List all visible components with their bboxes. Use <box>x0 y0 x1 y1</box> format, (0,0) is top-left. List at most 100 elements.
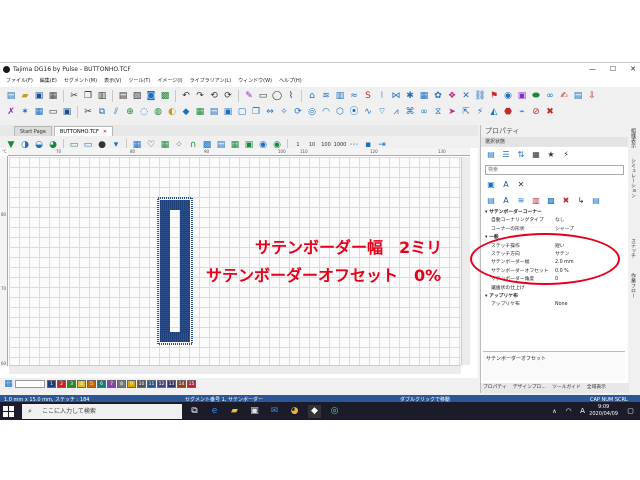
property-search-input[interactable]: 検索 <box>485 165 624 175</box>
copy-stitch-icon[interactable]: ❐ <box>250 106 262 118</box>
loop-icon[interactable]: ∞ <box>418 106 430 118</box>
tag-icon[interactable]: ⬬ <box>530 90 542 102</box>
edge-browser-icon[interactable]: e <box>208 405 221 418</box>
blocks-icon[interactable]: ▤ <box>590 195 602 207</box>
delete-icon[interactable]: ✖ <box>544 106 556 118</box>
close-design-icon[interactable]: ⊘ <box>530 106 542 118</box>
segment-icon[interactable]: ▣ <box>485 179 497 191</box>
star-fill-icon[interactable]: ✱ <box>404 90 416 102</box>
node-icon[interactable]: ⬡ <box>334 106 346 118</box>
side-tab-workflow[interactable]: 作業フロー <box>630 273 637 298</box>
trim-icon[interactable]: ⌁ <box>516 106 528 118</box>
note-icon[interactable]: ▤ <box>572 90 584 102</box>
print-icon[interactable]: ▤ <box>117 90 129 102</box>
bolt-icon[interactable]: ⚡ <box>474 106 486 118</box>
globe-icon[interactable]: ◍ <box>152 106 164 118</box>
palette-icon[interactable]: ▦ <box>4 378 13 390</box>
color-swatch[interactable]: 7 <box>107 379 116 388</box>
maximize-button[interactable]: ☐ <box>610 63 616 76</box>
horizontal-scrollbar[interactable] <box>9 365 461 374</box>
zigzag-icon[interactable]: ⩘ <box>390 106 402 118</box>
text-icon[interactable]: S <box>362 90 374 102</box>
arrow-icon[interactable]: ⇱ <box>460 106 472 118</box>
color-swatch[interactable]: 13 <box>167 379 176 388</box>
path-icon[interactable]: ⌇ <box>285 90 297 102</box>
pen-icon[interactable]: ✎ <box>243 90 255 102</box>
menu-tools[interactable]: ツール(T) <box>128 76 150 87</box>
side-tab-stitch[interactable]: ステッチ <box>630 238 637 258</box>
design-grid[interactable] <box>9 157 461 365</box>
eye-icon[interactable]: ◉ <box>502 90 514 102</box>
menu-window[interactable]: ウィンドウ(W) <box>238 76 272 87</box>
tab-start-page[interactable]: Start Page <box>14 126 52 136</box>
task-view-icon[interactable]: ⧉ <box>188 405 201 418</box>
save-all-icon[interactable]: ▦ <box>47 90 59 102</box>
pointer-pink-icon[interactable]: ➤ <box>446 106 458 118</box>
ribbon-icon[interactable]: ⌘ <box>404 106 416 118</box>
property-row[interactable]: 自動コーナリングタイプ なし <box>485 217 628 225</box>
sign-icon[interactable]: ✍ <box>558 90 570 102</box>
rotate-icon[interactable]: ⟳ <box>292 106 304 118</box>
tie-icon[interactable]: ⧖ <box>432 106 444 118</box>
box-icon[interactable]: ▣ <box>222 106 234 118</box>
tab-properties[interactable]: プロパティ <box>483 383 507 393</box>
color-field[interactable] <box>15 379 45 388</box>
shape-icon[interactable]: ◆ <box>180 106 192 118</box>
bead-icon[interactable]: ⦿ <box>348 106 360 118</box>
color-swatch[interactable]: 8 <box>117 379 126 388</box>
fan-icon[interactable]: ⌔ <box>376 106 388 118</box>
camera-icon[interactable]: ◙ <box>145 90 157 102</box>
save-design-icon[interactable]: ▣ <box>61 106 73 118</box>
stitch-type-icon[interactable]: ▤ <box>485 195 497 207</box>
lightning-icon[interactable]: ⚡ <box>560 149 572 161</box>
underlay-icon[interactable]: ▩ <box>545 195 557 207</box>
rounded-icon[interactable]: ▢ <box>236 106 248 118</box>
property-grid-icon[interactable]: ▦ <box>530 149 542 161</box>
undo-icon[interactable]: ↶ <box>180 90 192 102</box>
satin-icon[interactable]: ⦚ <box>376 90 388 102</box>
join-icon[interactable]: ⋈ <box>390 90 402 102</box>
repeat-icon[interactable]: ⟲ <box>208 90 220 102</box>
property-category[interactable]: ▾ アップリケ布 <box>485 293 628 301</box>
copy-icon[interactable]: ❐ <box>82 90 94 102</box>
dg16-app-icon[interactable]: ◆ <box>308 405 321 418</box>
store-icon[interactable]: ▣ <box>248 405 261 418</box>
new-file-icon[interactable]: ▤ <box>5 90 17 102</box>
letter-a-icon[interactable]: A <box>500 179 512 191</box>
refresh-icon[interactable]: ⟳ <box>222 90 234 102</box>
export-icon[interactable]: ▩ <box>159 90 171 102</box>
embroidery-design[interactable] <box>155 196 195 346</box>
app-icon[interactable]: ◎ <box>328 405 341 418</box>
color-swatch[interactable]: 12 <box>157 379 166 388</box>
circle-path-icon[interactable]: ◌ <box>138 106 150 118</box>
cross-stitch-icon[interactable]: ✕ <box>460 90 472 102</box>
tab-tool-guide[interactable]: ツールガイド <box>552 383 581 393</box>
color-icon[interactable]: ◐ <box>166 106 178 118</box>
needle-icon[interactable]: ✗ <box>5 106 17 118</box>
rectangle-icon[interactable]: ▭ <box>257 90 269 102</box>
minimize-button[interactable]: — <box>589 63 596 76</box>
color-swatch[interactable]: 1 <box>47 379 56 388</box>
menu-file[interactable]: ファイル(F) <box>6 76 33 87</box>
redo-icon[interactable]: ↷ <box>194 90 206 102</box>
system-clock[interactable]: 9:09 2020/04/09 <box>589 404 618 418</box>
save-icon[interactable]: ▣ <box>33 90 45 102</box>
category-icon[interactable]: ☰ <box>500 149 512 161</box>
motif-icon[interactable]: ✿ <box>432 90 444 102</box>
table-icon[interactable]: ▤ <box>208 106 220 118</box>
color-swatch[interactable]: 6 <box>97 379 106 388</box>
color-swatch[interactable]: 4 <box>77 379 86 388</box>
notification-icon[interactable]: ▢ <box>624 405 637 418</box>
menu-edit[interactable]: 編集(E) <box>40 76 57 87</box>
menu-segment[interactable]: セグメント(M) <box>64 76 97 87</box>
pull-icon[interactable]: ↳ <box>575 195 587 207</box>
tools-icon[interactable]: ✕ <box>515 179 527 191</box>
property-row[interactable]: アップリケ布 None <box>485 301 628 309</box>
link-icon[interactable]: ∞ <box>544 90 556 102</box>
vertical-scrollbar[interactable] <box>461 157 470 365</box>
appliqué-icon[interactable]: ❖ <box>446 90 458 102</box>
wave-icon[interactable]: ∿ <box>362 106 374 118</box>
color-swatch[interactable]: 2 <box>57 379 66 388</box>
tab-overview[interactable]: 全域表示 <box>587 383 606 393</box>
tab-design-pro[interactable]: デザインプロ… <box>513 383 546 393</box>
